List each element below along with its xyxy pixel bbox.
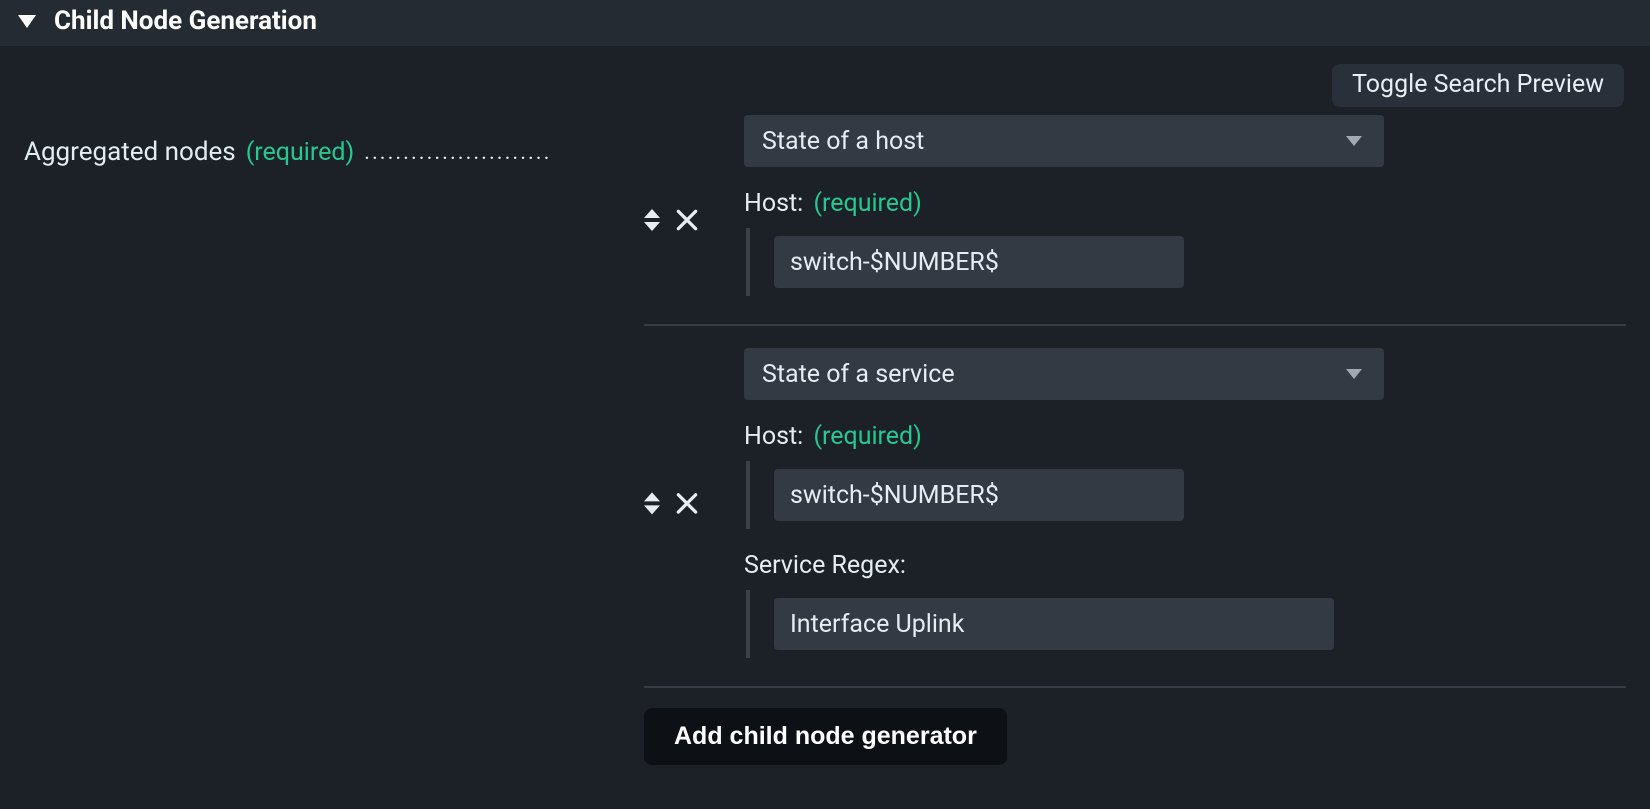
row-handles	[644, 207, 744, 233]
node-type-select[interactable]: State of a service	[744, 348, 1384, 400]
section-title: Child Node Generation	[54, 6, 317, 36]
chevron-down-icon	[644, 222, 660, 231]
input-wrap	[746, 590, 1626, 658]
select-value: State of a host	[762, 127, 924, 156]
node-block: State of a host Host: (required)	[644, 115, 1626, 326]
add-row: Add child node generator	[644, 688, 1626, 765]
collapse-triangle-icon	[18, 15, 36, 28]
close-icon	[674, 207, 700, 233]
row-handles	[644, 490, 744, 516]
chevron-down-icon	[1346, 136, 1362, 146]
close-icon	[674, 490, 700, 516]
remove-row-button[interactable]	[674, 490, 700, 516]
service-regex-label: Service Regex:	[744, 551, 1626, 580]
node-block: State of a service Host: (required) Serv…	[644, 326, 1626, 688]
host-field-label: Host: (required)	[744, 189, 1626, 218]
add-child-node-button[interactable]: Add child node generator	[644, 708, 1007, 765]
required-tag: (required)	[813, 189, 921, 218]
select-value: State of a service	[762, 360, 955, 389]
service-regex-input[interactable]	[774, 598, 1334, 650]
section-header[interactable]: Child Node Generation	[0, 0, 1650, 46]
left-label-column: Aggregated nodes (required) ............…	[24, 115, 634, 765]
reorder-handle[interactable]	[644, 209, 660, 231]
required-tag: (required)	[246, 138, 354, 167]
chevron-down-icon	[1346, 369, 1362, 379]
required-tag: (required)	[813, 422, 921, 451]
host-input[interactable]	[774, 469, 1184, 521]
input-wrap	[746, 228, 1626, 296]
chevron-up-icon	[644, 492, 660, 501]
label-dots: ........................	[364, 140, 634, 165]
remove-row-button[interactable]	[674, 207, 700, 233]
toggle-search-preview-button[interactable]: Toggle Search Preview	[1332, 64, 1624, 107]
reorder-handle[interactable]	[644, 492, 660, 514]
host-field-label: Host: (required)	[744, 422, 1626, 451]
toolbar-row: Toggle Search Preview	[0, 46, 1650, 107]
aggregated-nodes-label: Aggregated nodes	[24, 137, 236, 167]
chevron-up-icon	[644, 209, 660, 218]
input-wrap	[746, 461, 1626, 529]
chevron-down-icon	[644, 505, 660, 514]
host-input[interactable]	[774, 236, 1184, 288]
node-type-select[interactable]: State of a host	[744, 115, 1384, 167]
